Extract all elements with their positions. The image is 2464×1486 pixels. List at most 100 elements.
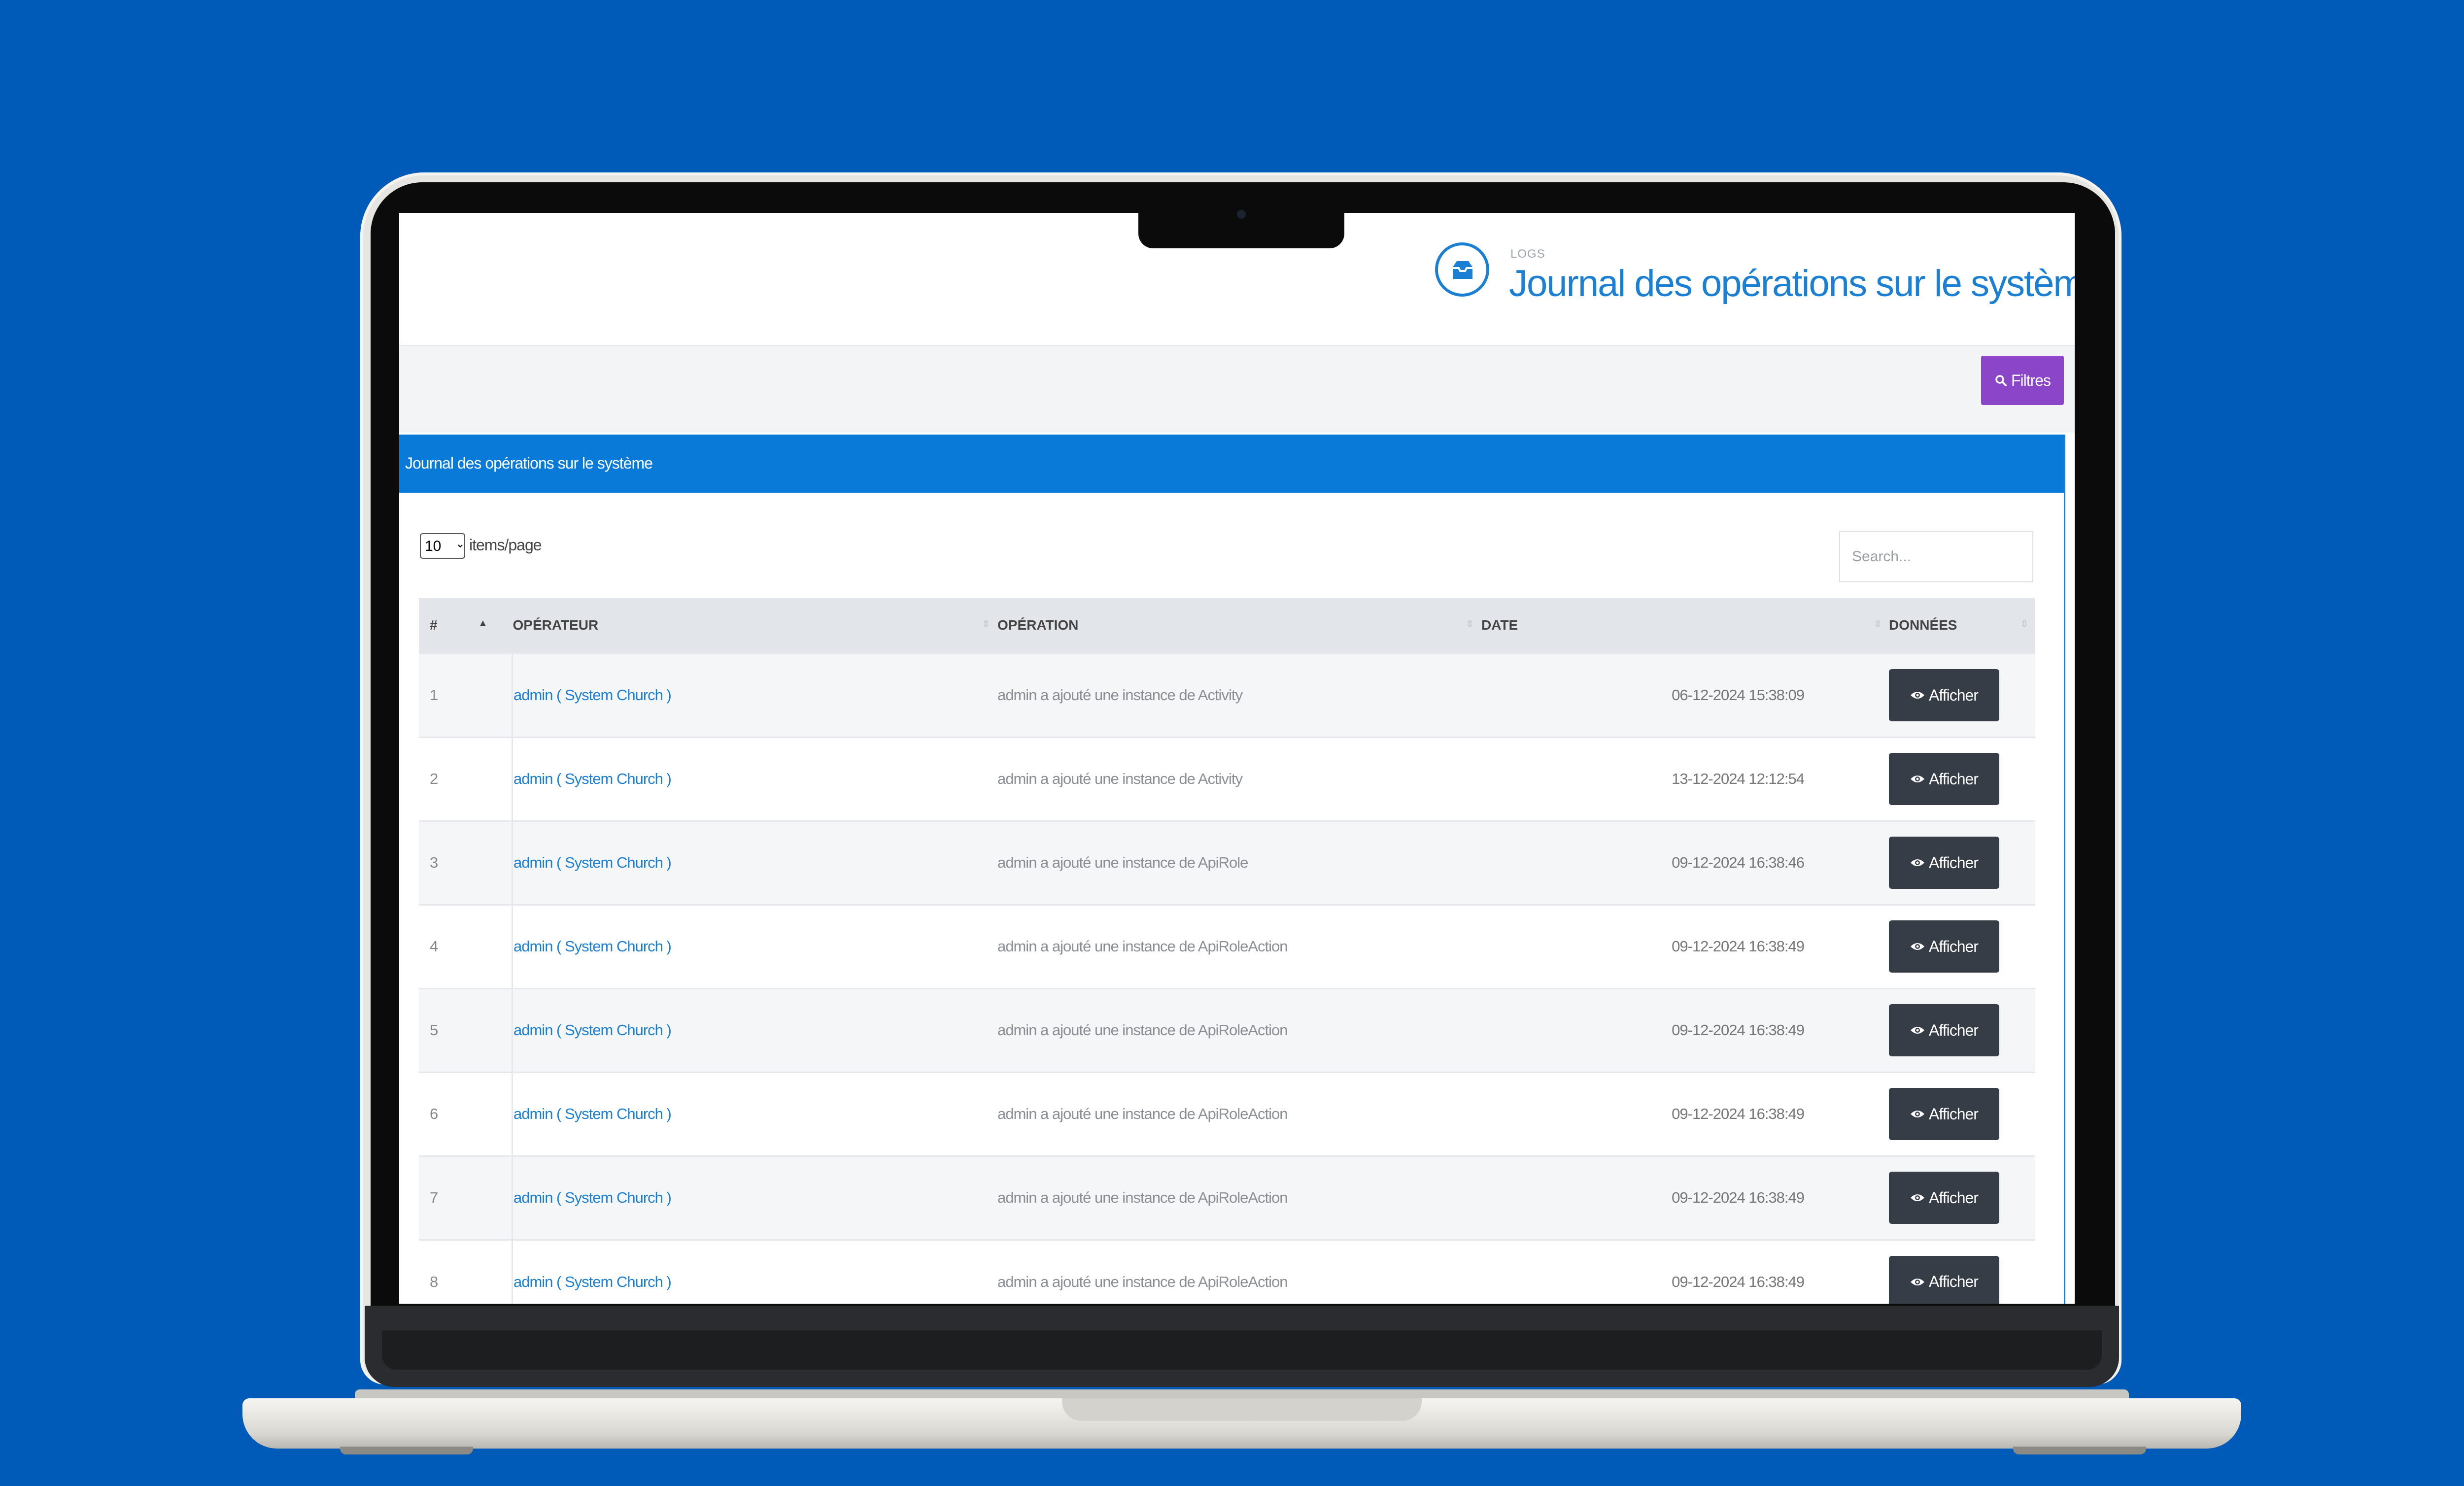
show-button-label: Afficher bbox=[1929, 1105, 1979, 1123]
column-header-operation[interactable]: OPÉRATION ⇳ bbox=[997, 598, 1481, 653]
data-cell: Afficher bbox=[1889, 1071, 2035, 1156]
operation-text: admin a ajouté une instance de ApiRole bbox=[997, 820, 1481, 905]
table-header-row: # ▲ OPÉRATEUR ⇳ OPÉRATION ⇳ DATE ⇳ DONNÉ… bbox=[419, 598, 2035, 653]
show-button-label: Afficher bbox=[1929, 937, 1979, 955]
table-row: 7 admin ( System Church ) admin a ajouté… bbox=[419, 1155, 2035, 1240]
eye-icon bbox=[1911, 1111, 1925, 1117]
date-text: 09-12-2024 16:38:49 bbox=[1481, 904, 1889, 988]
table-row: 6 admin ( System Church ) admin a ajouté… bbox=[419, 1071, 2035, 1156]
show-button-label: Afficher bbox=[1929, 1273, 1979, 1291]
data-cell: Afficher bbox=[1889, 904, 2035, 988]
sort-icon: ⇳ bbox=[1466, 619, 1474, 630]
table-row: 2 admin ( System Church ) admin a ajouté… bbox=[419, 736, 2035, 821]
row-number: 1 bbox=[419, 652, 513, 737]
row-number: 8 bbox=[419, 1239, 513, 1304]
data-cell: Afficher bbox=[1889, 820, 2035, 905]
show-button[interactable]: Afficher bbox=[1889, 837, 1999, 889]
show-button[interactable]: Afficher bbox=[1889, 1172, 1999, 1224]
column-header-number[interactable]: # ▲ bbox=[419, 598, 513, 653]
operator-link[interactable]: admin ( System Church ) bbox=[512, 736, 997, 821]
data-cell: Afficher bbox=[1889, 1155, 2035, 1240]
operator-link[interactable]: admin ( System Church ) bbox=[512, 904, 997, 988]
show-button-label: Afficher bbox=[1929, 853, 1979, 872]
filters-button[interactable]: Filtres bbox=[1981, 356, 2064, 405]
row-number: 6 bbox=[419, 1071, 513, 1156]
column-header-operator[interactable]: OPÉRATEUR ⇳ bbox=[513, 598, 997, 653]
operation-text: admin a ajouté une instance de ApiRoleAc… bbox=[997, 1239, 1481, 1304]
logs-table: # ▲ OPÉRATEUR ⇳ OPÉRATION ⇳ DATE ⇳ DONNÉ… bbox=[419, 598, 2035, 1304]
date-text: 06-12-2024 15:38:09 bbox=[1481, 652, 1889, 737]
operator-link[interactable]: admin ( System Church ) bbox=[512, 987, 997, 1072]
filters-button-label: Filtres bbox=[2011, 371, 2051, 389]
operator-link[interactable]: admin ( System Church ) bbox=[512, 1239, 997, 1304]
table-row: 3 admin ( System Church ) admin a ajouté… bbox=[419, 820, 2035, 905]
show-button[interactable]: Afficher bbox=[1889, 753, 1999, 805]
eye-icon bbox=[1911, 859, 1925, 866]
panel-header: Journal des opérations sur le système bbox=[399, 435, 2064, 493]
eye-icon bbox=[1911, 692, 1925, 699]
items-per-page-select[interactable]: 10 bbox=[420, 533, 465, 559]
table-row: 1 admin ( System Church ) admin a ajouté… bbox=[419, 652, 2035, 737]
row-number: 3 bbox=[419, 820, 513, 905]
date-text: 09-12-2024 16:38:49 bbox=[1481, 1239, 1889, 1304]
table-row: 5 admin ( System Church ) admin a ajouté… bbox=[419, 987, 2035, 1072]
eye-icon bbox=[1911, 1278, 1925, 1285]
column-header-date[interactable]: DATE ⇳ bbox=[1481, 598, 1889, 653]
show-button[interactable]: Afficher bbox=[1889, 920, 1999, 973]
operation-text: admin a ajouté une instance de Activity bbox=[997, 652, 1481, 737]
operation-text: admin a ajouté une instance de ApiRoleAc… bbox=[997, 1071, 1481, 1156]
page-title: Journal des opérations sur le système bbox=[1509, 263, 2075, 304]
camera-lens bbox=[1237, 210, 1246, 219]
items-per-page-label: items/page bbox=[469, 536, 542, 554]
show-button[interactable]: Afficher bbox=[1889, 1004, 1999, 1056]
show-button-label: Afficher bbox=[1929, 770, 1979, 788]
operator-link[interactable]: admin ( System Church ) bbox=[512, 1071, 997, 1156]
show-button[interactable]: Afficher bbox=[1889, 1088, 1999, 1140]
table-row: 8 admin ( System Church ) admin a ajouté… bbox=[419, 1239, 2035, 1304]
table-row: 4 admin ( System Church ) admin a ajouté… bbox=[419, 904, 2035, 988]
eye-icon bbox=[1911, 943, 1925, 950]
sort-icon: ⇳ bbox=[2020, 619, 2028, 630]
eye-icon bbox=[1911, 776, 1925, 782]
app-screen: LOGS Journal des opérations sur le systè… bbox=[399, 213, 2075, 1304]
panel-title: Journal des opérations sur le système bbox=[405, 454, 653, 472]
date-text: 09-12-2024 16:38:46 bbox=[1481, 820, 1889, 905]
logs-panel: Journal des opérations sur le système 10… bbox=[399, 435, 2065, 1304]
operator-link[interactable]: admin ( System Church ) bbox=[512, 652, 997, 737]
laptop-chin-inner bbox=[382, 1330, 2102, 1370]
sort-icon: ⇳ bbox=[982, 619, 990, 630]
eye-icon bbox=[1911, 1194, 1925, 1201]
operation-text: admin a ajouté une instance de ApiRoleAc… bbox=[997, 904, 1481, 988]
row-number: 2 bbox=[419, 736, 513, 821]
sort-icon: ⇳ bbox=[1874, 619, 1882, 630]
inbox-icon bbox=[1435, 242, 1489, 297]
show-button[interactable]: Afficher bbox=[1889, 1255, 1999, 1304]
row-number: 4 bbox=[419, 904, 513, 988]
column-header-data[interactable]: DONNÉES ⇳ bbox=[1889, 598, 2035, 653]
search-icon bbox=[1995, 375, 2007, 386]
data-cell: Afficher bbox=[1889, 1239, 2035, 1304]
operation-text: admin a ajouté une instance de Activity bbox=[997, 736, 1481, 821]
sort-asc-icon: ▲ bbox=[478, 618, 488, 629]
show-button-label: Afficher bbox=[1929, 1188, 1979, 1207]
data-cell: Afficher bbox=[1889, 736, 2035, 821]
date-text: 13-12-2024 12:12:54 bbox=[1481, 736, 1889, 821]
show-button-label: Afficher bbox=[1929, 686, 1979, 704]
date-text: 09-12-2024 16:38:49 bbox=[1481, 1071, 1889, 1156]
laptop-open-groove bbox=[1062, 1398, 1422, 1421]
eye-icon bbox=[1911, 1027, 1925, 1034]
operation-text: admin a ajouté une instance de ApiRoleAc… bbox=[997, 987, 1481, 1072]
show-button-label: Afficher bbox=[1929, 1021, 1979, 1039]
laptop-foot-left bbox=[340, 1447, 473, 1454]
row-number: 7 bbox=[419, 1155, 513, 1240]
data-cell: Afficher bbox=[1889, 652, 2035, 737]
operation-text: admin a ajouté une instance de ApiRoleAc… bbox=[997, 1155, 1481, 1240]
data-cell: Afficher bbox=[1889, 987, 2035, 1072]
laptop-foot-right bbox=[2013, 1447, 2146, 1454]
show-button[interactable]: Afficher bbox=[1889, 669, 1999, 721]
operator-link[interactable]: admin ( System Church ) bbox=[512, 820, 997, 905]
date-text: 09-12-2024 16:38:49 bbox=[1481, 1155, 1889, 1240]
section-label: LOGS bbox=[1510, 247, 1545, 261]
operator-link[interactable]: admin ( System Church ) bbox=[512, 1155, 997, 1240]
search-input[interactable] bbox=[1839, 531, 2033, 582]
